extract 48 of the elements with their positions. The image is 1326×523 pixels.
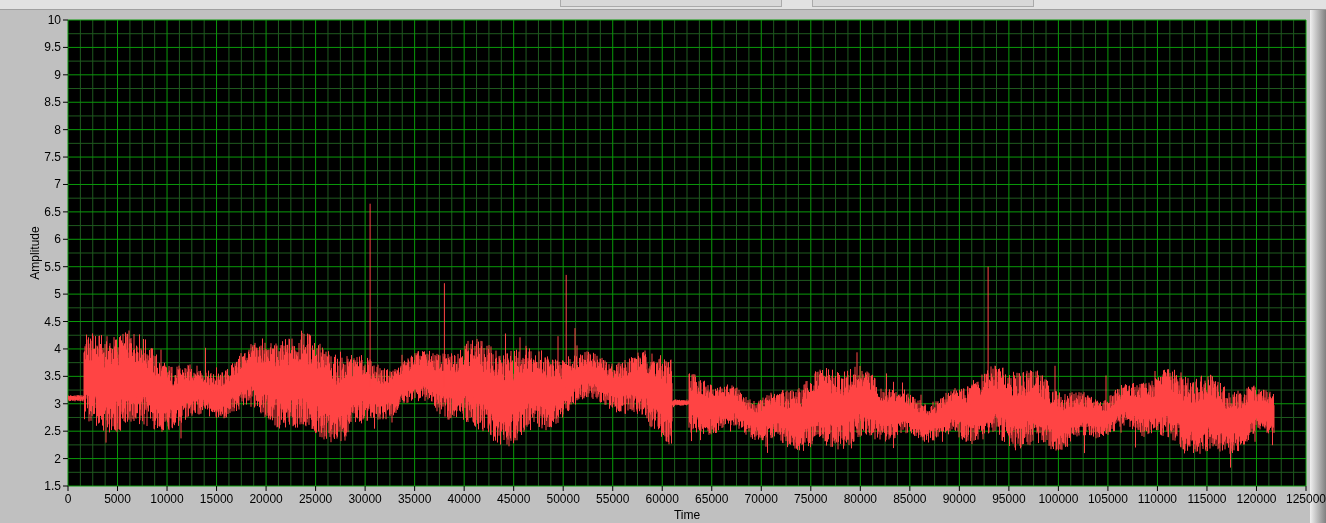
- x-tick-label: 55000: [596, 492, 630, 506]
- x-tick-label: 50000: [546, 492, 580, 506]
- x-tick-label: 105000: [1087, 492, 1128, 506]
- y-tick-label: 4: [54, 341, 61, 356]
- x-tick-label: 100000: [1038, 492, 1079, 506]
- y-tick-label: 6.5: [44, 204, 61, 219]
- y-tick-label: 4.5: [44, 314, 61, 329]
- y-tick-label: 10: [47, 13, 61, 27]
- x-tick-label: 0: [64, 492, 72, 506]
- x-tick-label: 5000: [104, 492, 131, 506]
- y-tick-label: 3.5: [44, 369, 61, 384]
- y-tick-label: 6: [54, 232, 61, 247]
- x-tick-label: 120000: [1236, 492, 1277, 506]
- y-tick-label: 1.5: [44, 479, 61, 493]
- y-tick-label: 9: [54, 67, 61, 82]
- y-tick-label: 2: [54, 451, 61, 466]
- x-tick-label: 30000: [348, 492, 382, 506]
- x-tick-label: 10000: [150, 492, 184, 506]
- y-tick-label: 5: [54, 287, 61, 302]
- x-tick-label: 65000: [695, 492, 729, 506]
- x-tick-label: 35000: [397, 492, 432, 506]
- x-tick-label: 60000: [645, 492, 679, 506]
- toolbar-control[interactable]: [560, 0, 782, 7]
- x-tick-label: 45000: [497, 492, 531, 506]
- x-tick-label: 15000: [199, 492, 234, 506]
- y-tick-label: 3: [54, 396, 61, 411]
- x-tick-label: 90000: [942, 492, 977, 506]
- x-tick-label: 110000: [1137, 492, 1177, 506]
- x-tick-label: 95000: [992, 492, 1026, 506]
- toolbar-control[interactable]: [812, 0, 1034, 7]
- x-tick-label: 70000: [744, 492, 778, 506]
- y-tick-label: 8: [54, 122, 61, 137]
- y-tick-label: 8.5: [44, 95, 61, 110]
- x-tick-label: 115000: [1187, 492, 1227, 506]
- x-axis-title: Time: [673, 508, 701, 522]
- y-tick-label: 5.5: [44, 259, 61, 274]
- x-tick-label: 125000: [1286, 492, 1326, 506]
- x-tick-label: 20000: [249, 492, 283, 506]
- y-axis-title: Amplitude: [28, 226, 42, 280]
- x-tick-label: 25000: [298, 492, 333, 506]
- x-tick-label: 75000: [794, 492, 828, 506]
- y-tick-label: 7.5: [44, 150, 61, 165]
- x-tick-label: 85000: [893, 492, 927, 506]
- x-tick-label: 40000: [447, 492, 481, 506]
- y-tick-label: 9.5: [44, 40, 61, 55]
- y-tick-label: 7: [54, 177, 61, 192]
- y-tick-label: 2.5: [44, 424, 61, 439]
- x-tick-label: 80000: [843, 492, 877, 506]
